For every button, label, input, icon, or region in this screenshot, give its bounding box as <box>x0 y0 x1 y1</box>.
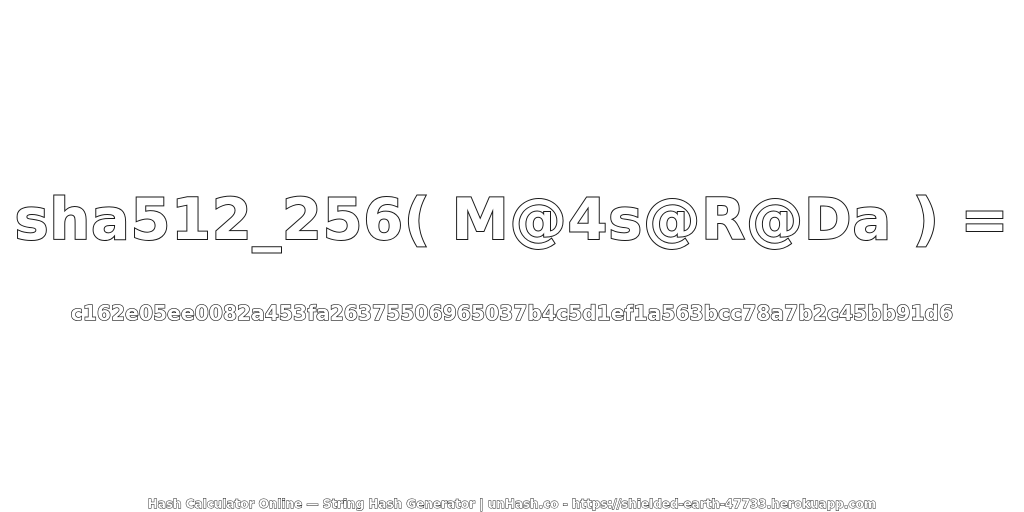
hash-result-value: c162e05ee0082a453fa26375506965037b4c5d1e… <box>70 300 954 325</box>
site-footer-credit: Hash Calculator Online — String Hash Gen… <box>147 497 877 512</box>
hash-expression-title: sha512_256( M@4s@R@Da ) = <box>14 186 1010 254</box>
